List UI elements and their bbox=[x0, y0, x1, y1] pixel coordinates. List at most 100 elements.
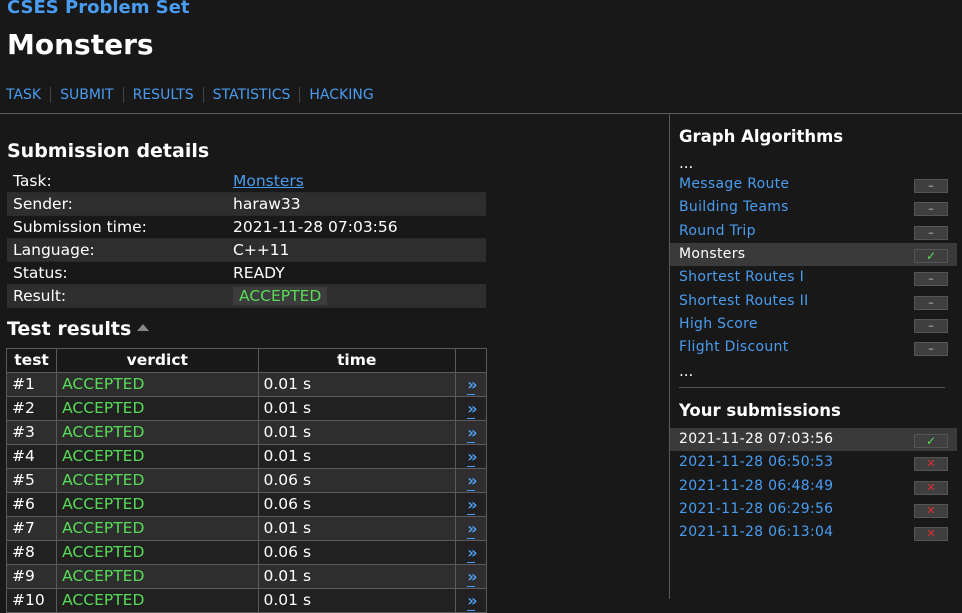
view-test-cell: » bbox=[454, 372, 488, 397]
view-test-icon[interactable]: » bbox=[467, 447, 478, 467]
sidebar-submission-item[interactable]: 2021-11-28 07:03:56 ✓ bbox=[670, 428, 957, 451]
verdict-cell: ACCEPTED bbox=[56, 444, 259, 469]
site-title-link[interactable]: CSES Problem Set bbox=[7, 0, 190, 18]
sidebar-problem-item-label: Shortest Routes I bbox=[679, 269, 805, 286]
sidebar-submission-item[interactable]: 2021-11-28 06:29:56 ✕ bbox=[670, 498, 957, 521]
time-cell: 0.06 s bbox=[257, 492, 456, 517]
sidebar-submission-item[interactable]: 2021-11-28 06:50:53 ✕ bbox=[670, 451, 957, 474]
sidebar-problem-item[interactable]: High Score – bbox=[670, 313, 957, 336]
submission-details-heading: Submission details bbox=[7, 140, 210, 162]
nav-statistics[interactable]: STATISTICS bbox=[213, 87, 300, 103]
sidebar-submission-item-label: 2021-11-28 06:29:56 bbox=[679, 500, 834, 517]
sidebar-problem-item-label: Building Teams bbox=[679, 199, 789, 216]
table-row: #5 ACCEPTED 0.06 s » bbox=[5, 468, 488, 493]
sidebar-heading: Graph Algorithms bbox=[679, 127, 844, 146]
verdict-cell: ACCEPTED bbox=[56, 588, 259, 613]
detail-key: Task: bbox=[7, 170, 227, 193]
view-test-icon[interactable]: » bbox=[467, 495, 478, 515]
detail-row-result: Result: ACCEPTED bbox=[7, 284, 486, 308]
test-number-cell: #6 bbox=[5, 492, 58, 517]
test-number-cell: #5 bbox=[5, 468, 58, 493]
check-icon: ✓ bbox=[914, 248, 948, 263]
test-number-cell: #8 bbox=[5, 540, 58, 565]
sidebar-ellipsis-bottom: ... bbox=[679, 362, 694, 380]
dash-icon: – bbox=[914, 225, 948, 240]
sidebar-problem-item-label: High Score bbox=[679, 315, 758, 332]
time-cell: 0.01 s bbox=[257, 516, 456, 541]
view-test-icon[interactable]: » bbox=[467, 591, 478, 611]
table-row: #2 ACCEPTED 0.01 s » bbox=[5, 396, 488, 421]
sidebar-problem-item[interactable]: Flight Discount – bbox=[670, 336, 957, 359]
sidebar-submission-item-label: 2021-11-28 06:13:04 bbox=[679, 524, 834, 541]
cross-icon: ✕ bbox=[914, 480, 948, 495]
nav-submit[interactable]: SUBMIT bbox=[60, 87, 123, 103]
view-test-icon[interactable]: » bbox=[467, 423, 478, 443]
view-test-icon[interactable]: » bbox=[467, 375, 478, 395]
time-cell: 0.06 s bbox=[257, 468, 456, 493]
detail-value: READY bbox=[227, 261, 486, 285]
collapse-triangle-icon[interactable] bbox=[137, 324, 150, 331]
detail-value: 2021-11-28 07:03:56 bbox=[227, 215, 486, 239]
detail-key: Status: bbox=[7, 261, 227, 285]
time-cell: 0.01 s bbox=[257, 372, 456, 397]
view-test-cell: » bbox=[454, 564, 488, 589]
view-test-cell: » bbox=[454, 588, 488, 613]
view-test-cell: » bbox=[454, 516, 488, 541]
detail-row-sender: Sender: haraw33 bbox=[7, 192, 486, 216]
nav-results[interactable]: RESULTS bbox=[133, 87, 203, 103]
sidebar-submission-item-label: 2021-11-28 07:03:56 bbox=[679, 431, 834, 447]
view-test-cell: » bbox=[454, 492, 488, 517]
verdict-cell: ACCEPTED bbox=[56, 396, 259, 421]
detail-key: Result: bbox=[7, 284, 227, 308]
detail-row-task: Task: Monsters bbox=[7, 170, 486, 193]
submissions-heading: Your submissions bbox=[679, 401, 841, 420]
sidebar-submission-item-label: 2021-11-28 06:50:53 bbox=[679, 454, 834, 471]
view-test-icon[interactable]: » bbox=[467, 543, 478, 563]
detail-value: haraw33 bbox=[227, 192, 486, 216]
nav-task[interactable]: TASK bbox=[6, 87, 50, 103]
sidebar-problem-item[interactable]: Message Route – bbox=[670, 173, 957, 196]
sidebar-problem-item-label: Shortest Routes II bbox=[679, 292, 809, 309]
detail-key: Language: bbox=[7, 238, 227, 262]
time-cell: 0.06 s bbox=[257, 540, 456, 565]
time-cell: 0.01 s bbox=[257, 444, 456, 469]
detail-value: C++11 bbox=[227, 238, 486, 262]
sidebar-problem-item-label: Monsters bbox=[679, 245, 746, 262]
test-results-heading-label: Test results bbox=[7, 318, 132, 340]
column-header-verdict: verdict bbox=[56, 348, 259, 373]
sidebar-submission-item[interactable]: 2021-11-28 06:13:04 ✕ bbox=[670, 521, 957, 544]
verdict-cell: ACCEPTED bbox=[56, 564, 259, 589]
sidebar-submission-item[interactable]: 2021-11-28 06:48:49 ✕ bbox=[670, 475, 957, 498]
view-test-icon[interactable]: » bbox=[467, 399, 478, 419]
test-number-cell: #9 bbox=[5, 564, 58, 589]
sidebar-section-divider bbox=[679, 387, 945, 388]
cross-icon: ✕ bbox=[914, 503, 948, 518]
dash-icon: – bbox=[914, 272, 948, 287]
view-test-cell: » bbox=[454, 444, 488, 469]
verdict-cell: ACCEPTED bbox=[56, 372, 259, 397]
test-results-heading: Test results bbox=[7, 318, 150, 340]
page-title: Monsters bbox=[7, 28, 154, 61]
sidebar-problem-item-label: Message Route bbox=[679, 176, 790, 192]
table-row: #9 ACCEPTED 0.01 s » bbox=[5, 564, 488, 589]
dash-icon: – bbox=[914, 202, 948, 217]
view-test-cell: » bbox=[454, 468, 488, 493]
time-cell: 0.01 s bbox=[257, 564, 456, 589]
view-test-icon[interactable]: » bbox=[467, 471, 478, 491]
task-link[interactable]: Monsters bbox=[233, 172, 304, 190]
submission-details-table: Task: Monsters Sender: haraw33 Submissio… bbox=[7, 170, 486, 308]
sidebar-problem-item[interactable]: Monsters ✓ bbox=[670, 242, 957, 266]
sidebar-problem-item[interactable]: Round Trip – bbox=[670, 220, 957, 243]
dash-icon: – bbox=[914, 318, 948, 333]
sidebar-problem-item[interactable]: Building Teams – bbox=[670, 196, 957, 219]
view-test-icon[interactable]: » bbox=[467, 567, 478, 587]
sidebar-problem-item[interactable]: Shortest Routes I – bbox=[670, 266, 957, 289]
result-badge: ACCEPTED bbox=[233, 287, 328, 305]
nav-hacking[interactable]: HACKING bbox=[309, 87, 382, 103]
detail-row-status: Status: READY bbox=[7, 261, 486, 285]
view-test-icon[interactable]: » bbox=[467, 519, 478, 539]
detail-key: Submission time: bbox=[7, 215, 227, 239]
sidebar-problem-item[interactable]: Shortest Routes II – bbox=[670, 290, 957, 313]
table-row: #10 ACCEPTED 0.01 s » bbox=[5, 588, 488, 613]
test-number-cell: #10 bbox=[5, 588, 58, 613]
